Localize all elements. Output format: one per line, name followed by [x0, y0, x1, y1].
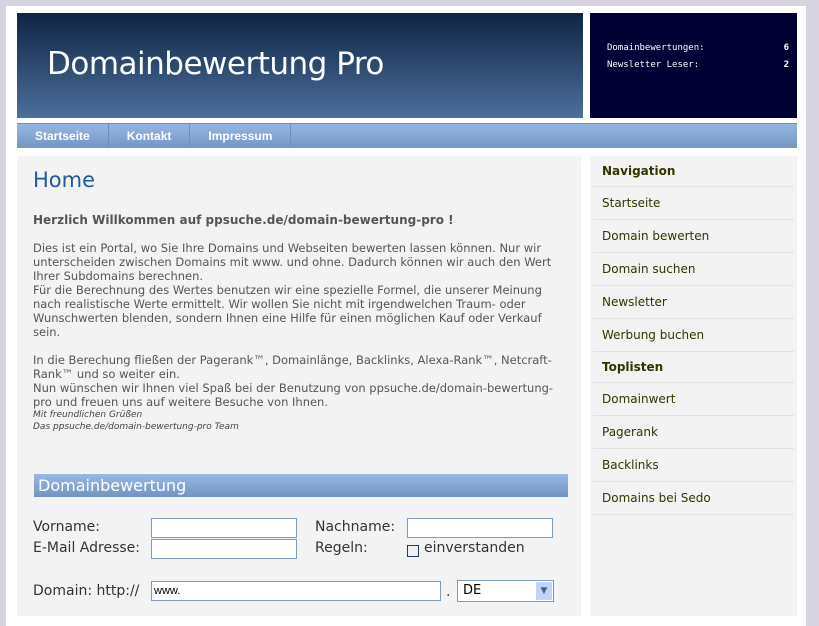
intro-p2b: Nun wünschen wir Ihnen viel Spaß bei der…: [33, 381, 554, 409]
welcome-heading: Herzlich Willkommen auf ppsuche.de/domai…: [33, 213, 454, 227]
email-input[interactable]: [151, 539, 297, 559]
nav-impressum[interactable]: Impressum: [190, 124, 292, 148]
rules-checkbox[interactable]: [407, 545, 419, 557]
signature: Mit freundlichen Grüßen Das ppsuche.de/do…: [33, 409, 239, 433]
sidebar-item-startseite[interactable]: Startseite: [593, 187, 794, 220]
sidebar-item-domain-suchen[interactable]: Domain suchen: [593, 253, 794, 286]
dot-separator: .: [446, 584, 451, 600]
tld-value: DE: [463, 583, 482, 598]
domain-label: Domain: http://: [33, 583, 140, 599]
sidebar-item-backlinks[interactable]: Backlinks: [593, 449, 794, 482]
nav-startseite[interactable]: Startseite: [17, 124, 109, 148]
sidebar-item-domain-bewerten[interactable]: Domain bewerten: [593, 220, 794, 253]
chevron-down-icon[interactable]: ▼: [536, 582, 552, 600]
stat-label: Newsletter Leser:: [607, 60, 700, 70]
site-title: Domainbewertung Pro: [47, 46, 384, 82]
sig-line: Das ppsuche.de/domain-bewertung-pro Team: [33, 422, 239, 432]
stat-label: Domainbewertungen:: [607, 43, 705, 53]
main-content: Home Herzlich Willkommen auf ppsuche.de/…: [17, 156, 581, 616]
sidebar: Navigation Startseite Domain bewerten Do…: [590, 156, 797, 616]
stats-box: Domainbewertungen: 6 Newsletter Leser: 2: [590, 13, 797, 118]
sidebar-item-domains-bei-sedo[interactable]: Domains bei Sedo: [593, 482, 794, 515]
sidebar-item-domainwert[interactable]: Domainwert: [593, 383, 794, 416]
nav-kontakt[interactable]: Kontakt: [109, 124, 191, 148]
intro-p1a: Dies ist ein Portal, wo Sie Ihre Domains…: [33, 241, 552, 283]
sidebar-heading-toplisten: Toplisten: [593, 352, 794, 383]
checkbox-label: einverstanden: [424, 540, 525, 556]
header-banner: Domainbewertung Pro: [17, 13, 583, 118]
intro-p1b: Für die Berechnung des Wertes benutzen w…: [33, 283, 542, 339]
stat-newsletter: Newsletter Leser: 2: [607, 60, 789, 70]
sig-line: Mit freundlichen Grüßen: [33, 410, 143, 420]
form-heading: Domainbewertung: [34, 474, 568, 497]
domain-input[interactable]: [151, 581, 441, 601]
nachname-label: Nachname:: [315, 519, 396, 535]
sidebar-heading-navigation: Navigation: [593, 156, 794, 187]
stat-value: 2: [783, 60, 789, 70]
vorname-label: Vorname:: [33, 519, 100, 535]
sidebar-item-pagerank[interactable]: Pagerank: [593, 416, 794, 449]
page-title: Home: [33, 168, 96, 192]
top-nav: Startseite Kontakt Impressum: [17, 123, 797, 148]
vorname-input[interactable]: [151, 518, 297, 538]
stat-value: 6: [783, 43, 789, 53]
sidebar-item-werbung-buchen[interactable]: Werbung buchen: [593, 319, 794, 352]
intro-text: Dies ist ein Portal, wo Sie Ihre Domains…: [33, 241, 568, 423]
stat-domainbewertungen: Domainbewertungen: 6: [607, 43, 789, 53]
email-label: E-Mail Adresse:: [33, 540, 140, 556]
nachname-input[interactable]: [407, 518, 553, 538]
intro-p2a: In die Berechung fließen der Pagerank™, …: [33, 353, 552, 381]
tld-select[interactable]: DE ▼: [457, 580, 554, 602]
sidebar-item-newsletter[interactable]: Newsletter: [593, 286, 794, 319]
regeln-label: Regeln:: [315, 540, 368, 556]
